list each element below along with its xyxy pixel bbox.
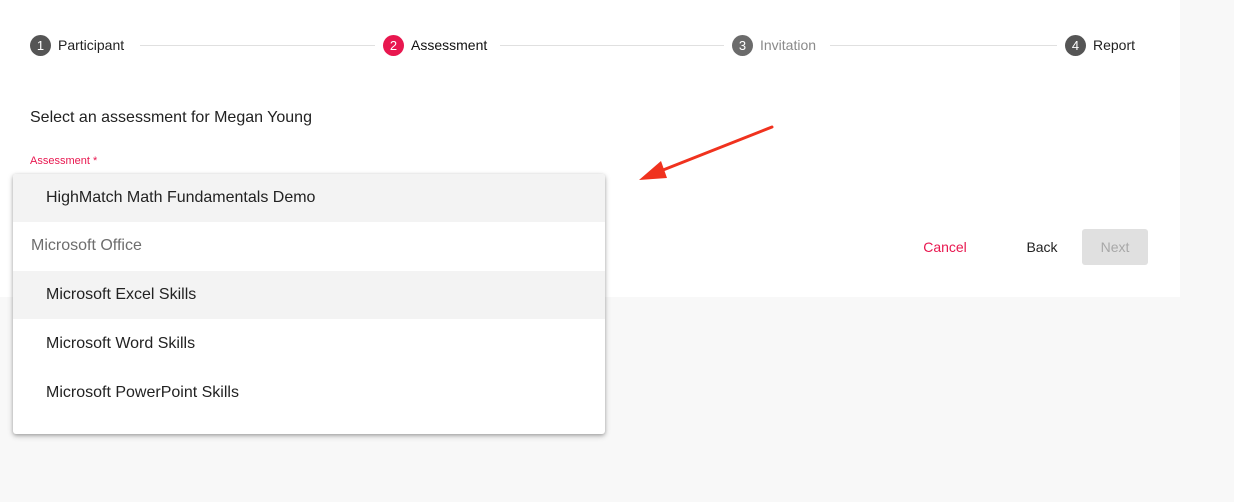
step-number-badge: 1	[30, 34, 51, 56]
step-connector	[140, 45, 376, 46]
step-number-badge: 2	[383, 34, 404, 56]
dropdown-option[interactable]: Microsoft Word Skills	[13, 320, 605, 368]
stepper: 1 Participant 2 Assessment 3 Invitation …	[30, 33, 1142, 57]
assessment-dropdown-menu: HighMatch Math Fundamentals Demo Microso…	[13, 174, 605, 434]
step-connector	[500, 45, 726, 46]
step-number-badge: 4	[1065, 34, 1086, 56]
step-number-badge: 3	[732, 34, 753, 56]
page-prompt: Select an assessment for Megan Young	[30, 109, 312, 126]
dropdown-option[interactable]: Microsoft Excel Skills	[13, 271, 605, 319]
step-report[interactable]: 4 Report	[1057, 33, 1136, 57]
dropdown-group-header: Microsoft Office	[31, 237, 142, 254]
back-button[interactable]: Back	[1016, 229, 1068, 265]
step-label: Participant	[58, 37, 125, 53]
step-label: Assessment	[411, 37, 488, 53]
step-connector	[830, 45, 1062, 46]
step-participant[interactable]: 1 Participant	[30, 33, 133, 57]
step-label: Invitation	[760, 37, 817, 53]
assessment-field-label: Assessment *	[30, 155, 98, 167]
step-invitation[interactable]: 3 Invitation	[724, 33, 825, 57]
dropdown-option[interactable]: HighMatch Math Fundamentals Demo	[13, 174, 605, 222]
step-assessment[interactable]: 2 Assessment	[375, 33, 496, 57]
step-label: Report	[1093, 37, 1136, 53]
next-button[interactable]: Next	[1082, 229, 1148, 265]
dropdown-option[interactable]: Microsoft PowerPoint Skills	[13, 369, 605, 417]
annotation-arrow-icon	[639, 125, 774, 180]
cancel-button[interactable]: Cancel	[913, 229, 977, 265]
